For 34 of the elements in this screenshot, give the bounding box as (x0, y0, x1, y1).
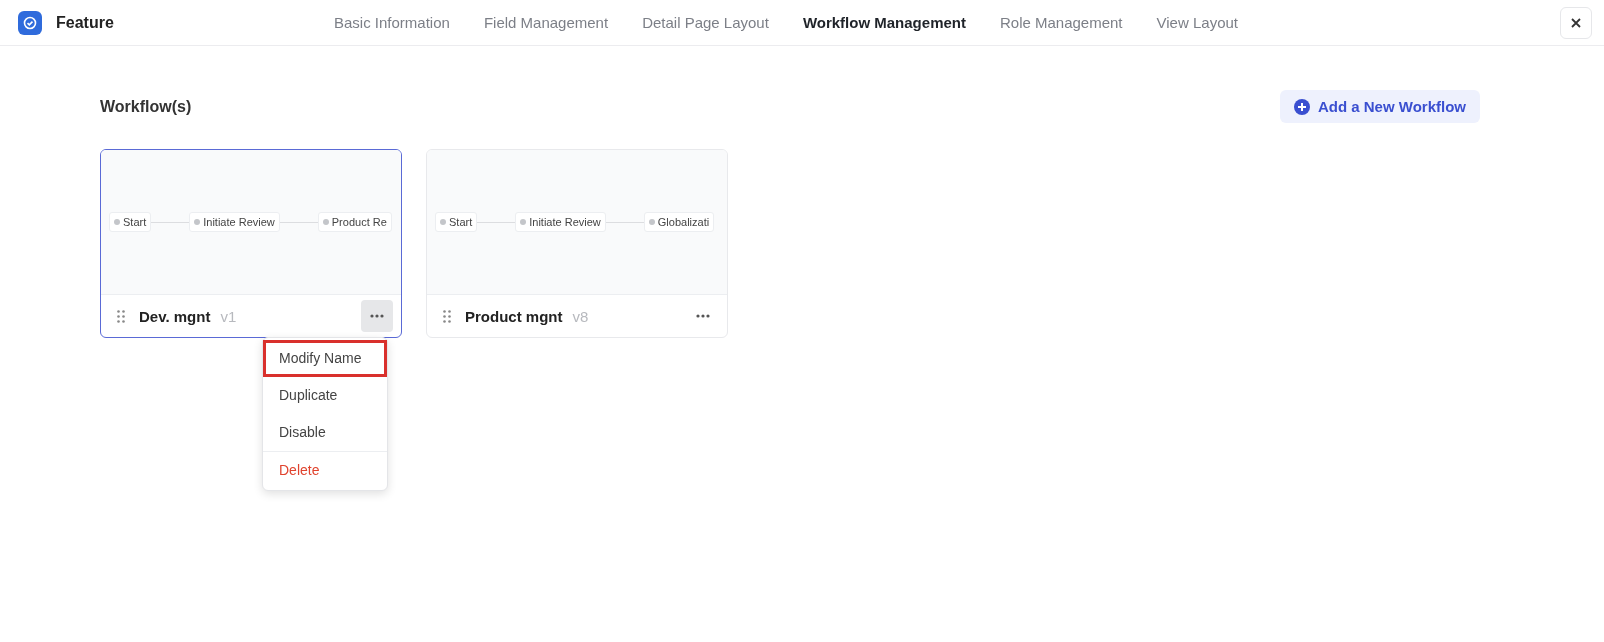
add-workflow-button[interactable]: Add a New Workflow (1279, 90, 1480, 123)
workflow-card[interactable]: Start Initiate Review Globalizati Product mgnt v8 (426, 149, 728, 338)
plus-circle-icon (1293, 98, 1310, 115)
nav-tab[interactable]: View Layout (1156, 14, 1238, 31)
more-icon (696, 314, 710, 318)
drag-handle-icon[interactable] (443, 309, 451, 323)
nav-tab[interactable]: Field Management (483, 14, 609, 31)
workflow-name: Dev. mgnt (139, 307, 211, 325)
flow-node: Product Re (317, 212, 392, 232)
workflow-version: v1 (220, 307, 237, 325)
nav-tab[interactable]: Workflow Management (802, 14, 966, 31)
flow-node: Start (435, 212, 478, 232)
workflow-name: Product mgnt (465, 307, 563, 325)
nav-tab[interactable]: Role Management (999, 14, 1123, 31)
drag-handle-icon[interactable] (117, 309, 125, 323)
menu-item[interactable]: Delete (263, 451, 387, 488)
more-button[interactable] (361, 300, 393, 332)
workflow-card[interactable]: Start Initiate Review Product Re Dev. mgnt v1 (100, 149, 402, 338)
flow-node: Initiate Review (515, 212, 606, 232)
menu-item[interactable]: Modify Name (263, 340, 387, 377)
nav-tab[interactable]: Basic Information (334, 14, 450, 31)
app-logo-icon (18, 10, 42, 35)
flow-node: Globalizati (643, 212, 715, 232)
workflow-version: v8 (572, 307, 589, 325)
nav-tab[interactable]: Detail Page Layout (642, 14, 769, 31)
menu-item[interactable]: Disable (263, 414, 387, 451)
menu-item[interactable]: Duplicate (263, 377, 387, 414)
flow-node: Initiate Review (189, 212, 280, 232)
more-icon (370, 314, 384, 318)
app-title: Feature (56, 13, 114, 32)
section-title: Workflow(s) (100, 97, 192, 116)
close-icon (1570, 16, 1582, 29)
close-button[interactable] (1560, 6, 1592, 39)
flow-node: Start (109, 212, 152, 232)
